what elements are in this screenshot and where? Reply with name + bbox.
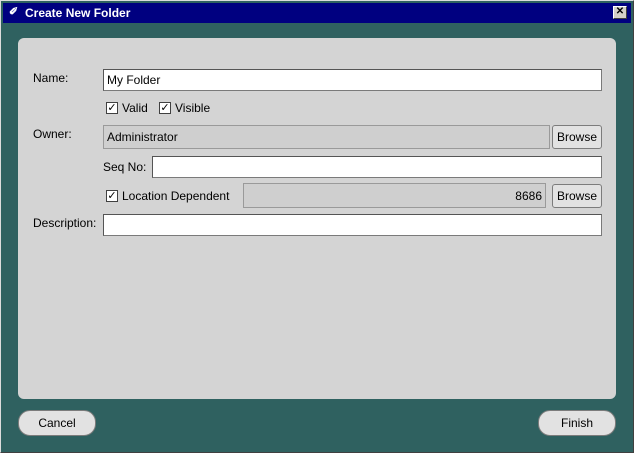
location-browse-button[interactable]: Browse [552, 184, 602, 208]
close-button[interactable]: ✕ [613, 6, 627, 19]
location-dependent-checkbox[interactable]: ✓ Location Dependent [106, 189, 229, 203]
valid-label: Valid [122, 101, 148, 115]
seq-no-input[interactable] [152, 156, 602, 178]
name-label: Name: [33, 71, 69, 85]
location-field [243, 183, 546, 208]
location-check-icon: ✓ [106, 190, 118, 202]
valid-check-icon: ✓ [106, 102, 118, 114]
location-dependent-label: Location Dependent [122, 189, 230, 203]
visible-checkbox[interactable]: ✓ Visible [159, 101, 210, 115]
owner-browse-button[interactable]: Browse [552, 125, 602, 149]
visible-check-icon: ✓ [159, 102, 171, 114]
owner-field [103, 125, 550, 149]
description-input[interactable] [103, 214, 602, 236]
visible-label: Visible [175, 101, 211, 115]
cancel-button[interactable]: Cancel [18, 410, 96, 436]
finish-button[interactable]: Finish [538, 410, 616, 436]
valid-checkbox[interactable]: ✓ Valid [106, 101, 148, 115]
description-label: Description: [33, 216, 97, 230]
title-bar[interactable]: ✐ Create New Folder ✕ [3, 3, 631, 23]
name-input[interactable] [103, 69, 602, 91]
seq-no-label: Seq No: [103, 160, 147, 174]
owner-label: Owner: [33, 127, 72, 141]
dialog-window: ✐ Create New Folder ✕ Name: ✓ Valid ✓ Vi… [0, 0, 634, 453]
form-panel: Name: ✓ Valid ✓ Visible Owner: Browse Se… [18, 38, 616, 399]
window-title: Create New Folder [25, 6, 131, 20]
app-icon: ✐ [9, 6, 19, 18]
